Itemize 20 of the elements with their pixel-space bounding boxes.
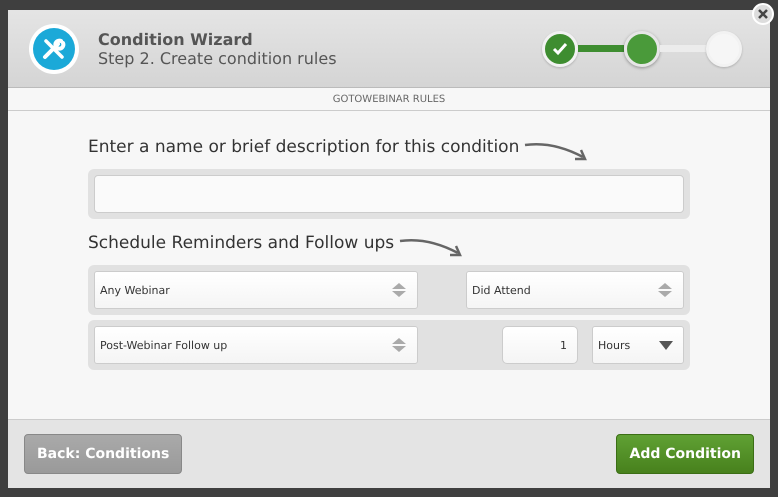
close-icon (758, 9, 768, 19)
name-input-field[interactable] (94, 175, 684, 213)
select-field[interactable]: Post-Webinar Follow up (94, 326, 418, 364)
dropdown-field[interactable]: Hours (592, 326, 684, 364)
select-field[interactable]: Any Webinar (94, 271, 418, 309)
close-button[interactable] (752, 3, 774, 25)
number-field[interactable]: 1 (502, 326, 578, 364)
schedule-prompt: Schedule Reminders and Follow ups (88, 233, 394, 253)
check-icon (552, 42, 568, 56)
caret-icon (659, 340, 673, 350)
name-prompt: Enter a name or brief description for this condition (88, 137, 520, 157)
section-label: GOTOWEBINAR RULES (332, 94, 446, 104)
wizard-title: Condition Wizard (98, 30, 254, 48)
up-down-arrows-icon (391, 282, 407, 298)
select-field[interactable]: Did Attend (466, 271, 684, 309)
up-down-arrows-icon (391, 337, 407, 353)
up-down-arrows-icon (657, 282, 673, 298)
step-subtitle: Step 2. Create condition rules (98, 48, 338, 68)
tools-icon (28, 22, 80, 74)
add-condition-button[interactable]: Add Condition (616, 434, 754, 474)
